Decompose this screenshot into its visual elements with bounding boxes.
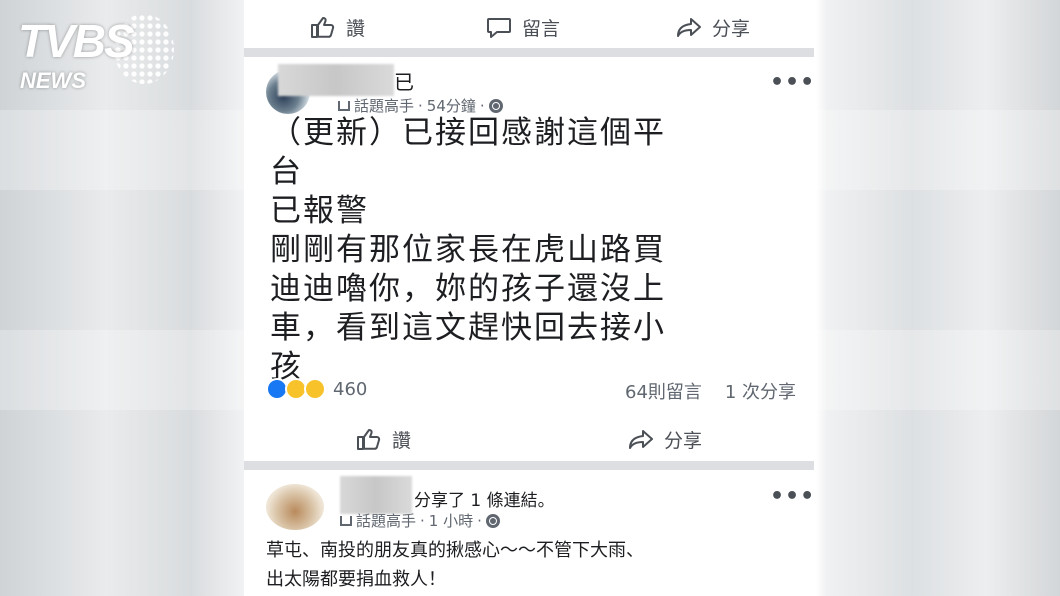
post-1-line: （更新）已接回感謝這個平: [270, 115, 666, 151]
post-1-line: 車，看到這文趕快回去接小: [270, 310, 666, 346]
post-2-line: 草屯、南投的朋友真的揪感心～～不管下大雨、: [266, 540, 644, 561]
post-1-time[interactable]: 54分鐘: [427, 95, 476, 116]
post-1-share-button[interactable]: 分享: [628, 416, 702, 462]
post-divider: [244, 48, 814, 57]
post-1-meta: 話題高手 · 54分鐘 ·: [338, 95, 503, 116]
comment-button[interactable]: 留言: [486, 4, 560, 50]
post-1-body: （更新）已接回感謝這個平 台 已報警 剛剛有那位家長在虎山路買 迪迪嚕你，妳的孩…: [270, 114, 790, 387]
share-count[interactable]: 1 次分享: [725, 382, 796, 403]
post-1-like-button[interactable]: 讚: [356, 416, 411, 462]
post-2-author-name-blurred[interactable]: [340, 476, 412, 514]
haha-reaction-icon: [304, 378, 326, 400]
post-1-badge: 話題高手: [354, 97, 415, 115]
like-label: 讚: [346, 17, 366, 40]
thumbs-up-icon: [357, 429, 381, 450]
comment-share-counts: 64則留言 1 次分享: [625, 378, 796, 404]
post-2-more-options-button[interactable]: •••: [770, 484, 815, 509]
reaction-summary[interactable]: 460: [266, 378, 367, 400]
share-arrow-icon: [677, 18, 701, 37]
logo-brand: TVBS: [18, 15, 135, 67]
separator: ·: [479, 96, 485, 115]
post-1-line: 已報警: [270, 193, 369, 229]
post-1-line: 迪迪嚕你，妳的孩子還沒上: [270, 271, 666, 307]
share-label: 分享: [664, 429, 703, 452]
post-2-badge: 話題高手: [356, 512, 417, 530]
comment-count[interactable]: 64則留言: [625, 382, 702, 403]
post-1-stats: 460 64則留言 1 次分享: [266, 378, 796, 404]
share-arrow-icon: [629, 430, 653, 449]
like-label: 讚: [392, 429, 412, 452]
post-1-action-bar: 讚 分享: [244, 416, 816, 462]
post-2-meta: 話題高手 · 1 小時 ·: [340, 510, 500, 531]
like-button[interactable]: 讚: [310, 4, 365, 50]
post-1-line: 台: [270, 154, 303, 190]
separator: ·: [418, 96, 423, 115]
share-label: 分享: [712, 17, 751, 40]
thumbs-up-icon: [311, 17, 335, 38]
badge-icon: [338, 100, 350, 111]
share-button[interactable]: 分享: [676, 4, 750, 50]
facebook-feed: 讚 留言 分享 已 話題高手 · 54分鐘 · ••• （更新）已接回感謝這個平…: [244, 0, 816, 596]
previous-post-action-bar: 讚 留言 分享: [244, 4, 816, 50]
separator: ·: [420, 511, 425, 530]
post-2-line: 出太陽都要捐血救人！: [266, 569, 446, 590]
comment-icon: [487, 18, 511, 38]
post-divider: [244, 461, 814, 470]
post-2-avatar[interactable]: [266, 484, 324, 530]
badge-icon: [340, 515, 352, 526]
globe-icon: [488, 98, 503, 113]
tvbs-news-logo: TVBS NEWS: [18, 14, 178, 96]
post-2-shared-text: 分享了 1 條連結。: [414, 491, 555, 511]
logo-sub: NEWS: [20, 68, 86, 93]
separator: ·: [477, 511, 482, 530]
post-1-more-options-button[interactable]: •••: [770, 70, 815, 95]
post-1-line: 剛剛有那位家長在虎山路買: [270, 232, 666, 268]
post-2-time[interactable]: 1 小時: [429, 510, 473, 531]
comment-label: 留言: [522, 17, 561, 40]
globe-icon: [485, 513, 500, 528]
post-2-body: 草屯、南投的朋友真的揪感心～～不管下大雨、 出太陽都要捐血救人！: [266, 536, 806, 594]
post-1-author-name-fragment[interactable]: 已: [394, 66, 414, 95]
reaction-count: 460: [333, 378, 368, 400]
post-1-author-name-blurred[interactable]: [278, 64, 394, 96]
